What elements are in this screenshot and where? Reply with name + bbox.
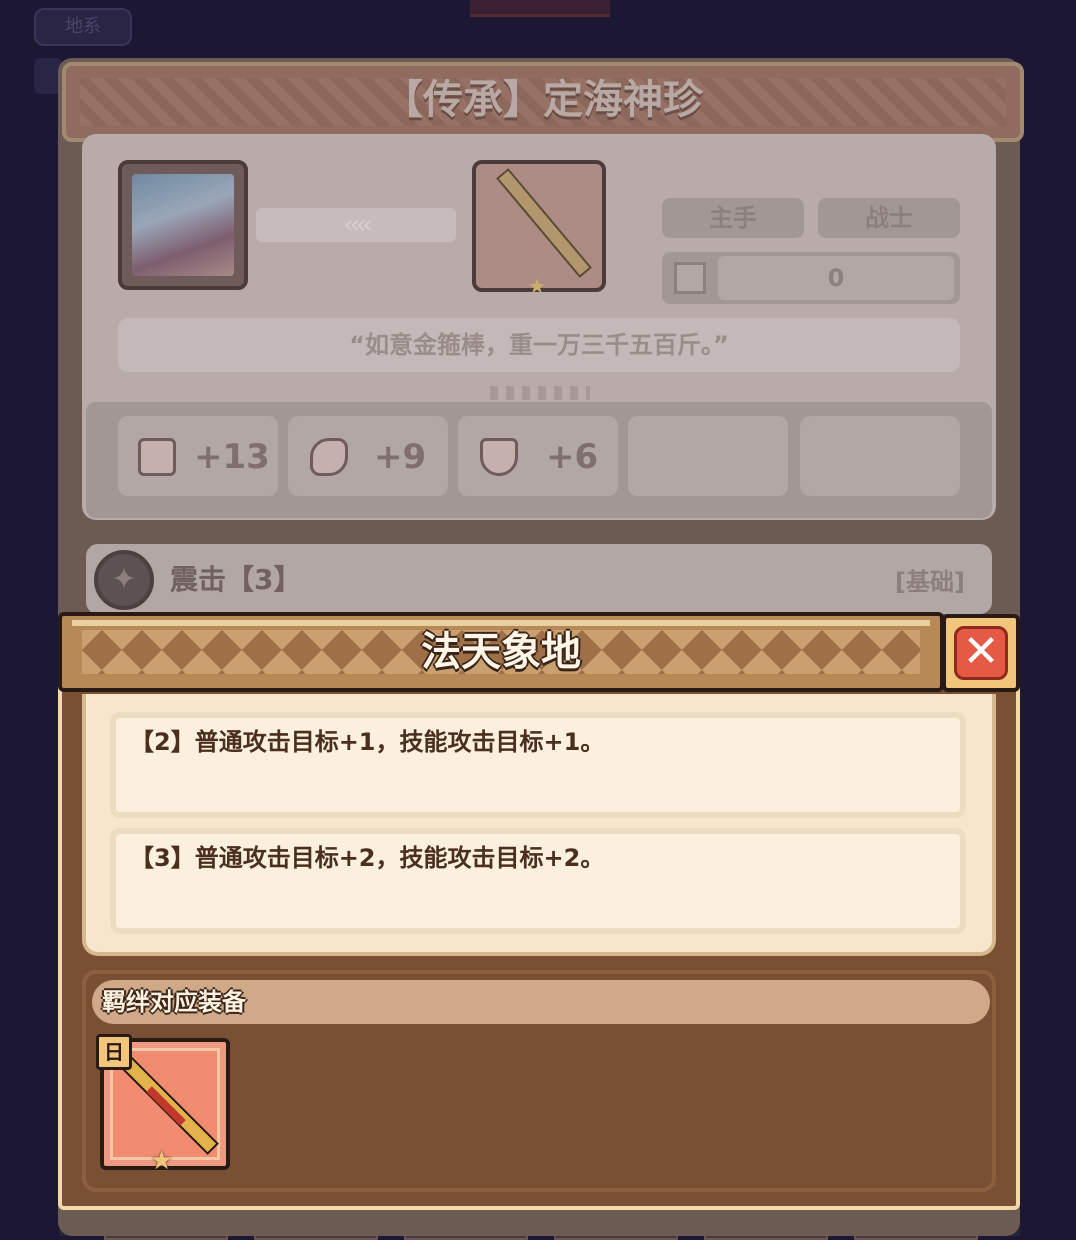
skill-icon: ✦ (94, 550, 154, 610)
skill-name: 震击【3】 (170, 563, 302, 596)
divider (490, 386, 590, 400)
hero-portrait[interactable] (118, 160, 248, 290)
stat-cell-empty (628, 416, 788, 496)
wing-icon (310, 438, 348, 476)
skill-tag: [基础] (895, 568, 965, 596)
star-icon: ★ (150, 1146, 174, 1176)
stat-value: +13 (194, 437, 270, 477)
bond-item-badge: 日 (96, 1034, 132, 1070)
bond-effect-text: 【3】普通攻击目标+2，技能攻击目标+2。 (130, 844, 605, 872)
close-button[interactable]: ✕ (942, 614, 1020, 692)
stat-cell-empty (800, 416, 960, 496)
class-chip: 战士 (818, 198, 960, 238)
stat-value: +9 (374, 437, 427, 477)
equipment-quote: “如意金箍棒，重一万三千五百斤。” (118, 318, 960, 372)
bond-effect-text: 【2】普通攻击目标+1，技能攻击目标+1。 (130, 728, 605, 756)
popup-title: 法天象地 (421, 629, 581, 675)
region-tag[interactable]: 地系 (34, 8, 132, 46)
top-decoration (470, 0, 610, 17)
attack-icon (138, 438, 176, 476)
slot-chip: 主手 (662, 198, 804, 238)
power-icon (674, 262, 706, 294)
equipment-title: 【传承】定海神珍 (383, 77, 703, 123)
weapon-icon[interactable] (472, 160, 606, 292)
shield-icon (480, 438, 518, 476)
bond-section-label: 羁绊对应装备 (102, 988, 246, 1016)
star-icon: ★ (528, 274, 546, 298)
transfer-arrows-icon: ‹‹‹‹ (256, 208, 456, 242)
close-icon: ✕ (954, 626, 1008, 680)
stat-value: +6 (546, 437, 599, 477)
power-value: 0 (718, 256, 954, 300)
